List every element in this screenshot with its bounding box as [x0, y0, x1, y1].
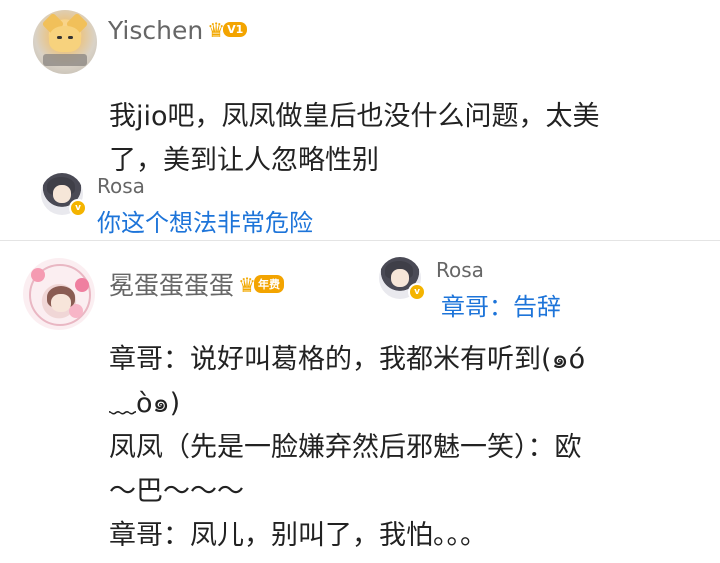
reply-username-rosa[interactable]: Rosa: [436, 258, 484, 282]
verified-icon: v: [408, 283, 426, 301]
reply-username-rosa[interactable]: Rosa: [97, 174, 145, 198]
verified-icon: v: [69, 199, 87, 217]
reply-text-2: 章哥：告辞: [441, 293, 561, 321]
username-yischen[interactable]: Yischen ♛ V1: [108, 16, 248, 45]
reply-text-1: 你这个想法非常危险: [97, 209, 313, 237]
avatar-yischen[interactable]: [33, 10, 97, 74]
comment-body-1: 我jio吧，凤凤做皇后也没什么问题，太美 了，美到让人忽略性别: [109, 101, 600, 176]
comment-body-2: 章哥：说好叫葛格的，我都米有听到(๑ó ﹏ò๑) 凤凤（先是一脸嫌弃然后邪魅一笑…: [109, 344, 586, 551]
vip-badge: V1: [223, 22, 248, 37]
divider: [0, 240, 720, 241]
username-user2[interactable]: 冕蛋蛋蛋蛋 ♛ 年费: [109, 266, 284, 302]
avatar-user2[interactable]: [23, 258, 95, 330]
vip-badge: 年费: [253, 275, 284, 293]
